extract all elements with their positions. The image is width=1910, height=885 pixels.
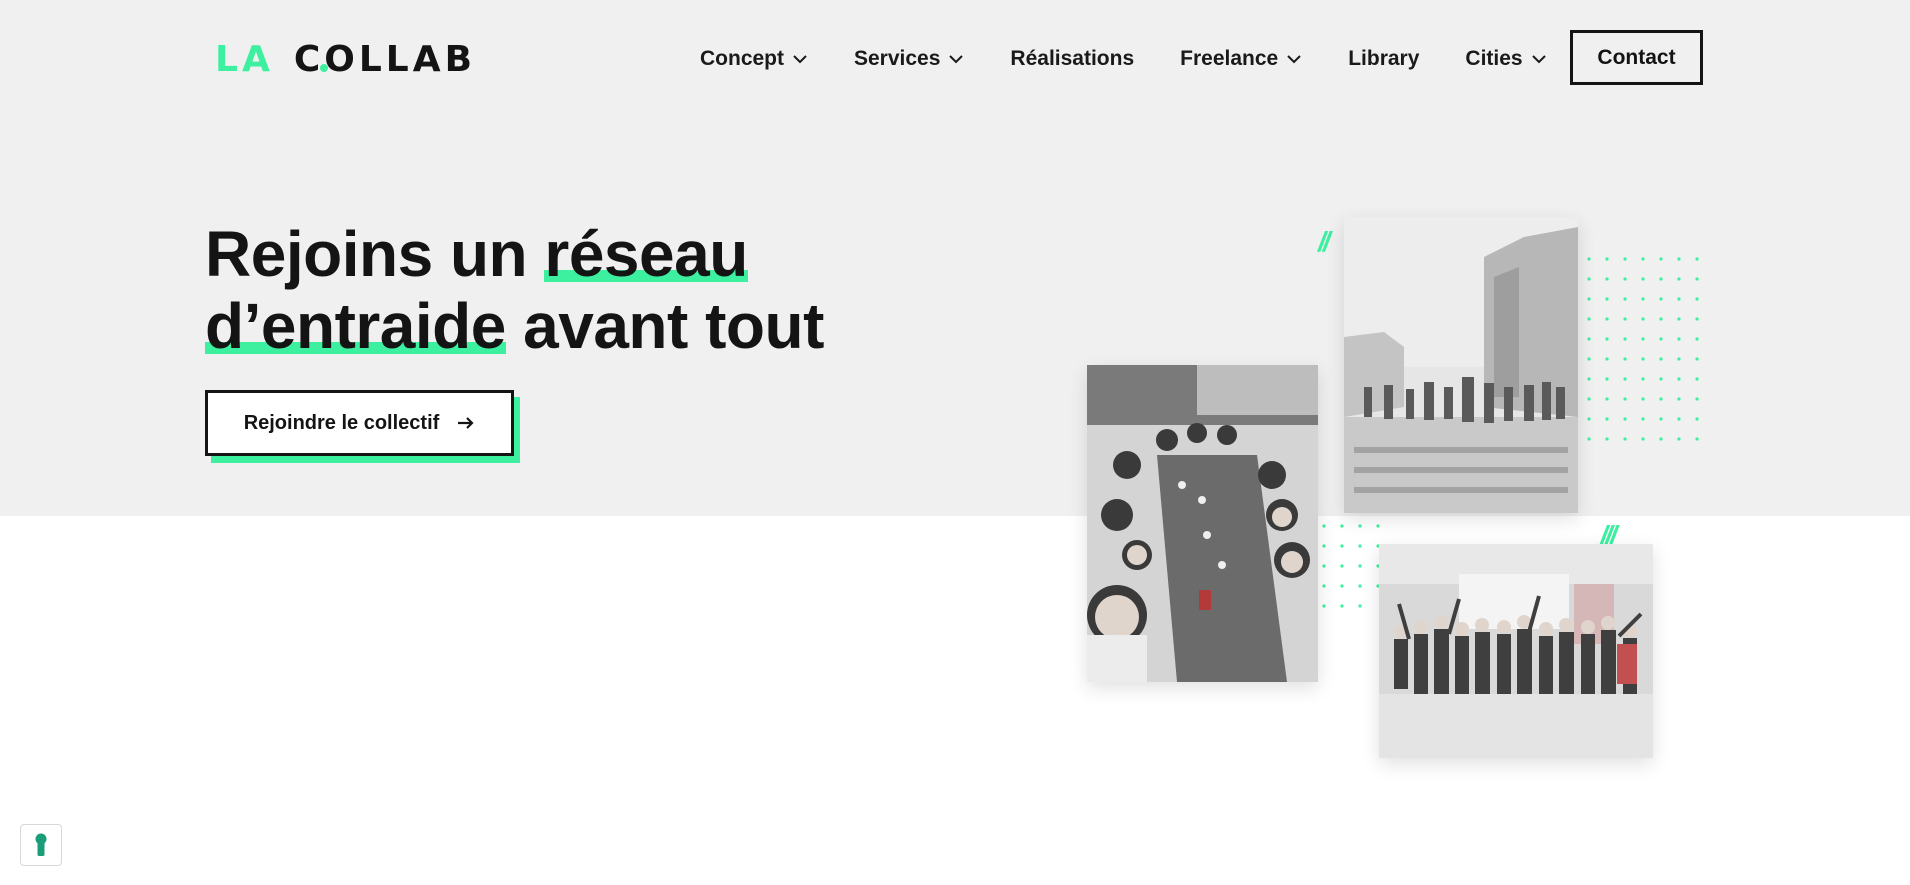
headline-highlight: réseau <box>544 218 748 290</box>
street-walk-photo <box>1344 217 1578 513</box>
main-nav: Concept Services Réalisations Freelance … <box>700 40 1593 78</box>
group-terrace-image <box>1087 365 1318 682</box>
hero-headline: Rejoins un réseau d’entraide avant tout <box>205 218 824 362</box>
nav-item-freelance[interactable]: Freelance <box>1180 47 1302 71</box>
nav-item-concept[interactable]: Concept <box>700 47 808 71</box>
logo[interactable]: LA COLLAB <box>215 38 476 80</box>
headline-highlight: d’entraide <box>205 290 506 362</box>
nav-item-label: Services <box>854 47 941 70</box>
cta-wrapper: Rejoindre le collectif <box>205 390 520 463</box>
contact-button[interactable]: Contact <box>1570 30 1703 85</box>
chevron-down-icon <box>793 55 807 64</box>
logo-la: LA <box>215 38 274 80</box>
cta-label: Rejoindre le collectif <box>243 411 440 434</box>
keyhole-icon <box>35 833 47 856</box>
arrow-right-icon <box>458 417 474 429</box>
headline-line-1: Rejoins un réseau <box>205 218 824 290</box>
headline-text: avant tout <box>505 290 824 362</box>
nav-item-library[interactable]: Library <box>1348 47 1419 71</box>
headline-text: Rejoins un <box>205 218 545 290</box>
street-walk-image <box>1344 217 1578 513</box>
nav-item-label: Réalisations <box>1010 47 1135 70</box>
nav-item-label: Library <box>1348 47 1420 70</box>
headline-line-2: d’entraide avant tout <box>205 290 824 362</box>
logo-collab-text: COLLAB <box>293 38 477 80</box>
nav-item-label: Freelance <box>1180 47 1279 70</box>
team-celebration-image <box>1379 544 1653 758</box>
dot-grid-pattern <box>1587 257 1699 441</box>
logo-collab: COLLAB <box>294 39 476 80</box>
logo-dot <box>319 63 328 72</box>
nav-item-realisations[interactable]: Réalisations <box>1010 47 1134 71</box>
group-terrace-photo <box>1087 365 1318 682</box>
chevron-down-icon <box>949 55 964 64</box>
nav-item-label: Concept <box>700 47 784 70</box>
team-celebration-photo <box>1379 544 1653 758</box>
chevron-down-icon <box>1287 55 1301 64</box>
nav-item-cities[interactable]: Cities <box>1465 47 1546 71</box>
nav-item-label: Cities <box>1465 47 1523 70</box>
nav-item-services[interactable]: Services <box>854 47 964 71</box>
chevron-down-icon <box>1531 55 1546 64</box>
decorative-slashes: // <box>1318 226 1330 257</box>
cookie-settings-button[interactable] <box>20 824 62 866</box>
join-collective-button[interactable]: Rejoindre le collectif <box>205 390 514 456</box>
